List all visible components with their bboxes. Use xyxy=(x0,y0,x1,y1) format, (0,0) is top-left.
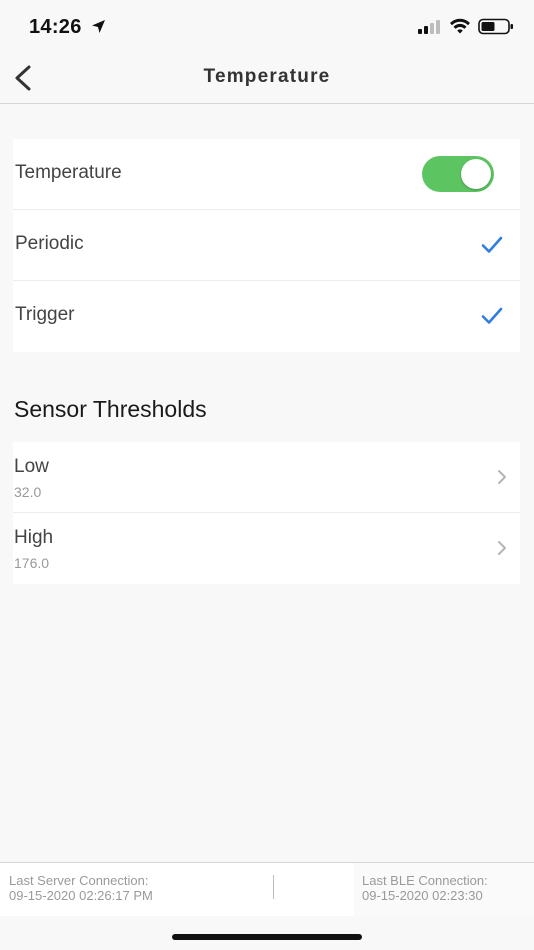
threshold-value: 32.0 xyxy=(14,484,42,500)
threshold-label: High xyxy=(14,527,54,548)
ble-connection-label: Last BLE Connection: xyxy=(362,873,488,888)
trigger-row[interactable]: Trigger xyxy=(13,281,520,352)
wifi-icon xyxy=(450,18,470,34)
toggle-knob xyxy=(461,159,491,189)
periodic-row[interactable]: Periodic xyxy=(13,210,520,281)
threshold-row-high[interactable]: High 176.0 xyxy=(13,513,520,584)
page-title: Temperature xyxy=(203,66,331,87)
server-connection-time: 09-15-2020 02:26:17 PM xyxy=(9,888,153,903)
temperature-label: Temperature xyxy=(15,162,122,183)
cellular-signal-icon xyxy=(418,20,442,34)
temperature-toggle-row: Temperature xyxy=(13,139,520,210)
navigation-bar: Temperature xyxy=(0,52,534,104)
chevron-right-icon xyxy=(498,541,506,555)
connection-footer: Last Server Connection: 09-15-2020 02:26… xyxy=(0,862,534,917)
threshold-row-low[interactable]: Low 32.0 xyxy=(13,442,520,513)
trigger-label: Trigger xyxy=(15,304,75,325)
footer-divider xyxy=(273,875,274,899)
status-bar: 14:26 xyxy=(0,0,534,52)
ble-connection-time: 09-15-2020 02:23:30 xyxy=(362,888,483,903)
temperature-toggle[interactable] xyxy=(422,156,494,192)
battery-icon xyxy=(478,18,513,35)
location-arrow-icon xyxy=(92,20,105,33)
server-connection-label: Last Server Connection: xyxy=(9,873,149,888)
thresholds-group: Low 32.0 High 176.0 xyxy=(13,442,520,584)
checkmark-icon xyxy=(481,236,503,253)
screen: 14:26 Temperature Temperature Periodic T… xyxy=(0,0,534,950)
settings-group: Temperature Periodic Trigger xyxy=(13,139,520,352)
threshold-value: 176.0 xyxy=(14,555,50,571)
chevron-right-icon xyxy=(498,470,506,484)
status-time: 14:26 xyxy=(29,16,82,38)
section-title: Sensor Thresholds xyxy=(14,396,207,422)
last-ble-connection: Last BLE Connection: 09-15-2020 02:23:30 xyxy=(362,873,488,903)
periodic-label: Periodic xyxy=(15,233,84,254)
checkmark-icon xyxy=(481,307,503,324)
home-indicator[interactable] xyxy=(172,934,362,940)
last-server-connection: Last Server Connection: 09-15-2020 02:26… xyxy=(9,873,153,903)
threshold-label: Low xyxy=(14,456,49,477)
